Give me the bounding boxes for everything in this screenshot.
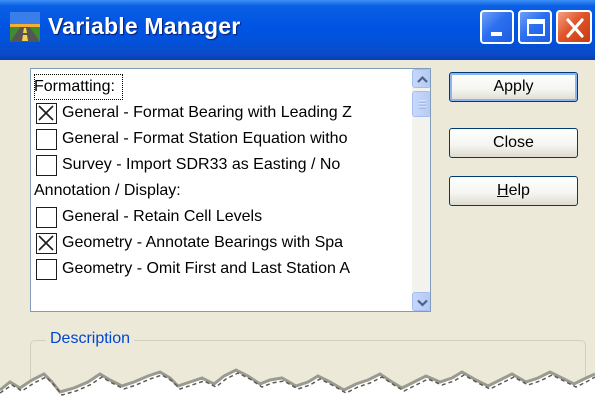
list-item[interactable]: General - Format Station Equation witho (31, 126, 412, 152)
torn-edge (0, 368, 595, 408)
checkbox[interactable] (36, 155, 57, 176)
list-item[interactable]: Geometry - Omit First and Last Station A (31, 256, 412, 282)
grip-icon (419, 100, 426, 109)
checkbox[interactable] (36, 259, 57, 280)
check-x-icon (38, 235, 54, 251)
checkbox[interactable] (36, 129, 57, 150)
scroll-down-button[interactable] (412, 292, 430, 311)
checked-checkbox[interactable] (36, 233, 57, 254)
close-button[interactable]: Close (449, 128, 578, 158)
list-item-label: General - Format Bearing with Leading Z (62, 104, 352, 121)
scroll-up-button[interactable] (412, 69, 430, 88)
chevron-down-icon (417, 299, 428, 307)
minimize-icon (491, 32, 502, 36)
app-road-icon (10, 12, 40, 42)
list-item[interactable]: General - Format Bearing with Leading Z (31, 100, 412, 126)
maximize-button[interactable] (518, 10, 552, 44)
list-scrollbar[interactable] (412, 69, 430, 311)
list-item-label: Geometry - Annotate Bearings with Spa (62, 234, 344, 251)
checked-checkbox[interactable] (36, 103, 57, 124)
group-header-label: Formatting: (34, 74, 123, 100)
list-group-header[interactable]: Annotation / Display: (31, 178, 412, 204)
list-item[interactable]: Survey - Import SDR33 as Easting / No (31, 152, 412, 178)
window-title: Variable Manager (48, 13, 241, 39)
list-item[interactable]: General - Retain Cell Levels (31, 204, 412, 230)
title-bar[interactable]: Variable Manager (0, 0, 595, 60)
scroll-thumb[interactable] (412, 91, 430, 117)
variables-listbox[interactable]: Formatting: General - Format Bearing with… (30, 68, 431, 312)
help-label-rest: elp (508, 182, 530, 199)
list-item-label: General - Retain Cell Levels (62, 208, 263, 225)
list-item-label: Geometry - Omit First and Last Station A (62, 260, 351, 277)
maximize-icon (527, 19, 545, 36)
variable-manager-window: Variable Manager Formatting: General - Fo… (0, 0, 595, 408)
apply-button[interactable]: Apply (449, 72, 578, 102)
list-item[interactable]: Geometry - Annotate Bearings with Spa (31, 230, 412, 256)
help-button[interactable]: Help (449, 176, 578, 206)
checkbox[interactable] (36, 207, 57, 228)
list-group-header[interactable]: Formatting: (31, 74, 412, 100)
list-item-label: General - Format Station Equation witho (62, 130, 348, 147)
check-x-icon (38, 105, 54, 121)
group-header-label: Annotation / Display: (34, 182, 181, 199)
close-window-button[interactable] (556, 10, 592, 44)
list-item-label: Survey - Import SDR33 as Easting / No (62, 156, 341, 173)
minimize-button[interactable] (480, 10, 514, 44)
chevron-up-icon (417, 75, 428, 83)
close-icon (566, 18, 584, 38)
variables-list: Formatting: General - Format Bearing with… (31, 69, 412, 311)
description-label: Description (46, 330, 135, 348)
help-mnemonic: H (497, 182, 509, 199)
